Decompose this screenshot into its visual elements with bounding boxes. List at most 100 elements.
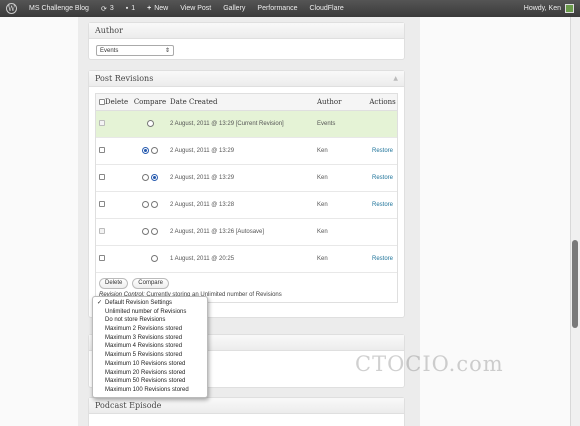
- new-content-button[interactable]: + New: [141, 0, 174, 17]
- wordpress-logo-button[interactable]: W: [0, 0, 23, 17]
- revision-row: 1 August, 2011 @ 20:25 Ken Restore: [96, 245, 397, 273]
- revisions-header-row: Delete Compare Date Created Author Actio…: [96, 94, 397, 111]
- post-revisions-metabox-header: Post Revisions ▲: [89, 71, 404, 87]
- revision-author: Ken: [317, 164, 368, 192]
- compare-radio-left[interactable]: [142, 146, 149, 154]
- revision-row: 2 August, 2011 @ 13:29 Ken Restore: [96, 137, 397, 165]
- menu-option[interactable]: ✓ Default Revision Settings: [93, 299, 207, 308]
- menu-option[interactable]: Maximum 20 Revisions stored: [93, 369, 207, 378]
- account-menu[interactable]: Howdy, Ken: [518, 0, 580, 17]
- compare-radio-right[interactable]: [146, 119, 154, 127]
- menu-option[interactable]: Maximum 3 Revisions stored: [93, 334, 207, 343]
- new-label: New: [154, 5, 169, 12]
- column-compare: Compare: [130, 94, 170, 111]
- site-name-link[interactable]: MS Challenge Blog: [23, 0, 95, 17]
- delete-checkbox[interactable]: [99, 174, 105, 181]
- delete-checkbox: [99, 228, 105, 235]
- updates-count: 3: [109, 5, 114, 12]
- compare-radio-left[interactable]: [142, 200, 149, 208]
- podcast-episode-title: Podcast Episode: [89, 398, 404, 414]
- revision-author: Events: [317, 110, 368, 138]
- revisions-table-frame: Delete Compare Date Created Author Actio…: [95, 93, 398, 303]
- restore-link[interactable]: Restore: [368, 191, 397, 219]
- compare-radio-right[interactable]: [151, 200, 158, 208]
- delete-button[interactable]: Delete: [99, 277, 129, 289]
- plus-icon: +: [147, 5, 152, 12]
- menu-option-label: Default Revision Settings: [105, 300, 173, 306]
- menu-option[interactable]: Maximum 100 Revisions stored: [93, 386, 207, 395]
- watermark: CTOCIO.com: [355, 352, 504, 376]
- delete-checkbox: [99, 120, 105, 127]
- updates-button[interactable]: ⟳ 3: [95, 0, 120, 17]
- revision-date[interactable]: 1 August, 2011 @ 20:25: [170, 245, 317, 273]
- compare-radio-right[interactable]: [151, 146, 158, 154]
- author-select-value: Events: [100, 47, 119, 54]
- revision-date[interactable]: 2 August, 2011 @ 13:29: [170, 164, 317, 192]
- podcast-episode-metabox: Podcast Episode: [88, 397, 405, 426]
- comments-count: 1: [131, 5, 136, 12]
- compare-button[interactable]: Compare: [132, 277, 169, 289]
- revision-date[interactable]: 2 August, 2011 @ 13:29: [170, 137, 317, 165]
- compare-radio-left[interactable]: [142, 173, 149, 181]
- menu-option[interactable]: Do not store Revisions: [93, 316, 207, 325]
- delete-checkbox[interactable]: [99, 147, 105, 154]
- revision-date[interactable]: 2 August, 2011 @ 13:28: [170, 191, 317, 219]
- revision-settings-menu: ✓ Default Revision Settings Unlimited num…: [92, 296, 208, 398]
- delete-checkbox[interactable]: [99, 255, 105, 262]
- revision-row-current: 2 August, 2011 @ 13:29 [Current Revision…: [96, 110, 397, 138]
- revision-author: Ken: [317, 245, 368, 273]
- cloudflare-link[interactable]: CloudFlare: [303, 0, 349, 17]
- revision-action: [368, 110, 397, 138]
- admin-bar: W MS Challenge Blog ⟳ 3 ▪ 1 + New View P…: [0, 0, 580, 17]
- menu-option[interactable]: Maximum 4 Revisions stored: [93, 342, 207, 351]
- compare-radio-right[interactable]: [151, 227, 158, 235]
- revisions-table-wrap: Delete Compare Date Created Author Actio…: [89, 87, 404, 303]
- avatar: [565, 4, 574, 13]
- column-actions: Actions: [368, 94, 397, 111]
- revisions-table: Delete Compare Date Created Author Actio…: [96, 94, 397, 273]
- restore-link[interactable]: Restore: [368, 245, 397, 273]
- page-scrollbar[interactable]: [570, 17, 580, 426]
- menu-option[interactable]: Maximum 5 Revisions stored: [93, 351, 207, 360]
- collapse-toggle-icon[interactable]: ▲: [393, 75, 398, 82]
- restore-link[interactable]: Restore: [368, 164, 397, 192]
- compare-radio-right[interactable]: [151, 254, 158, 262]
- comments-button[interactable]: ▪ 1: [120, 0, 141, 17]
- refresh-icon: ⟳: [100, 5, 107, 13]
- revision-row: 2 August, 2011 @ 13:29 Ken Restore: [96, 164, 397, 192]
- revision-date[interactable]: 2 August, 2011 @ 13:26 [Autosave]: [170, 218, 317, 246]
- menu-option[interactable]: Unlimited number of Revisions: [93, 308, 207, 317]
- restore-link[interactable]: Restore: [368, 137, 397, 165]
- author-metabox: Author Events ⇕: [88, 22, 405, 60]
- compare-radio-right[interactable]: [151, 173, 158, 181]
- column-delete-label: Delete: [105, 97, 129, 106]
- compare-radio-left[interactable]: [142, 227, 149, 235]
- wordpress-icon: W: [6, 3, 17, 14]
- column-delete: Delete: [96, 94, 130, 111]
- gallery-link[interactable]: Gallery: [217, 0, 251, 17]
- revision-author: Ken: [317, 218, 368, 246]
- scrollbar-thumb[interactable]: [572, 240, 578, 328]
- revision-author: Ken: [317, 137, 368, 165]
- menu-option[interactable]: Maximum 50 Revisions stored: [93, 377, 207, 386]
- author-select[interactable]: Events ⇕: [96, 45, 174, 56]
- delete-checkbox[interactable]: [99, 201, 105, 208]
- performance-link[interactable]: Performance: [251, 0, 303, 17]
- revision-action: [368, 218, 397, 246]
- revision-date[interactable]: 2 August, 2011 @ 13:29 [Current Revision…: [170, 110, 317, 138]
- menu-option[interactable]: Maximum 2 Revisions stored: [93, 325, 207, 334]
- column-date: Date Created: [170, 94, 317, 111]
- revision-row-autosave: 2 August, 2011 @ 13:26 [Autosave] Ken: [96, 218, 397, 246]
- post-revisions-metabox: Post Revisions ▲ Delete Compare Date Cre…: [88, 70, 405, 318]
- comment-icon: ▪: [125, 5, 129, 12]
- view-post-link[interactable]: View Post: [174, 0, 217, 17]
- howdy-text: Howdy, Ken: [523, 5, 561, 12]
- select-arrows-icon: ⇕: [164, 48, 170, 54]
- revision-row: 2 August, 2011 @ 13:28 Ken Restore: [96, 191, 397, 219]
- post-revisions-title: Post Revisions: [95, 74, 154, 83]
- admin-menu-area: [0, 17, 78, 426]
- menu-option[interactable]: Maximum 10 Revisions stored: [93, 360, 207, 369]
- revision-author: Ken: [317, 191, 368, 219]
- checkmark-icon: ✓: [97, 300, 103, 306]
- column-author: Author: [317, 94, 368, 111]
